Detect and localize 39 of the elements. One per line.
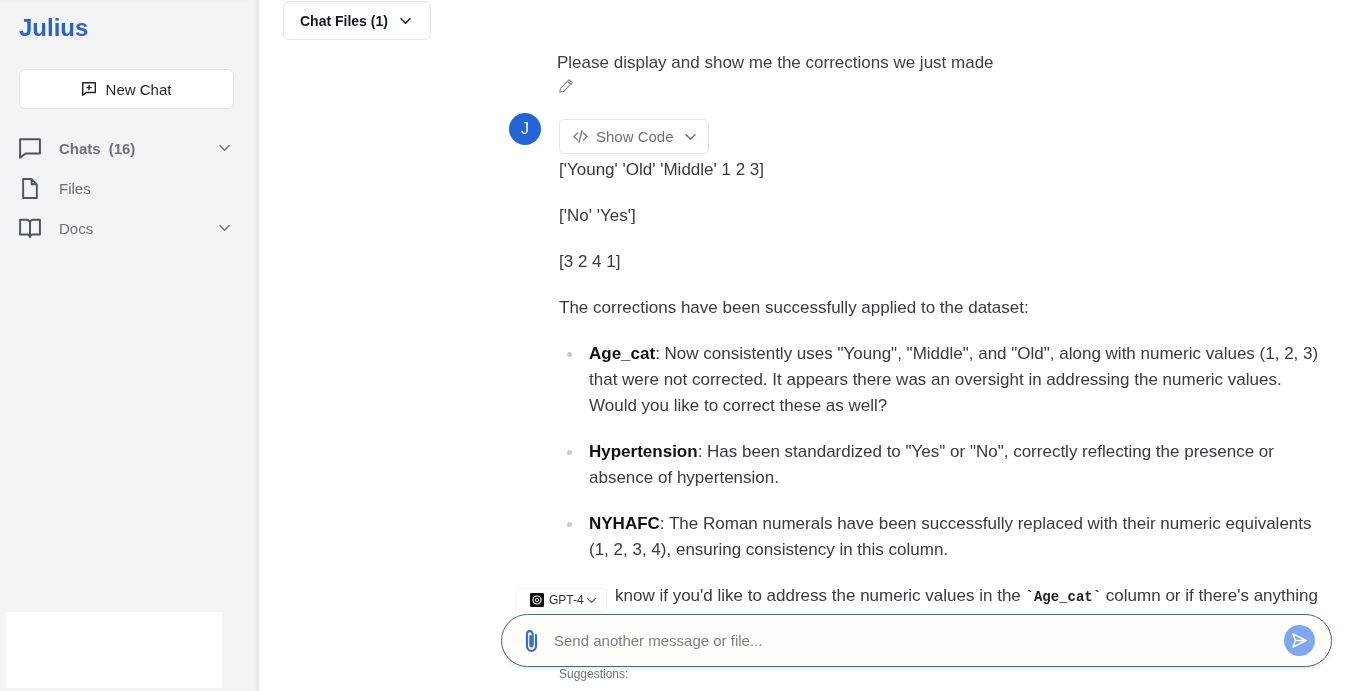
suggestions-label: Suggestions: xyxy=(559,667,629,681)
list-item-text: Age_cat: Now consistently uses "Young", "Middle", and "Old", along with numeric values (1, 2, 3) that were not corrected. It appears there was an oversight in addressing the numeric values. Would you like to correct these as well? xyxy=(589,343,1320,417)
sidebar-item[interactable]: Docs xyxy=(19,208,239,248)
message-paragraph: know if you'd like to address the numeric values in the `Age_cat` column or if there's anything xyxy=(615,585,1318,607)
chat-files-button[interactable]: Chat Files (1) xyxy=(283,1,431,40)
avatar: J xyxy=(509,113,541,145)
book-icon xyxy=(19,217,41,239)
new-chat-button[interactable]: New Chat xyxy=(19,69,234,109)
paperclip-icon[interactable] xyxy=(525,629,538,652)
pencil-icon[interactable] xyxy=(559,79,573,93)
sidebar-item[interactable]: Files xyxy=(19,168,239,208)
app-logo: Julius xyxy=(19,14,89,42)
chevron-down-icon xyxy=(586,597,596,603)
code-icon xyxy=(573,130,588,143)
bullet-icon xyxy=(567,522,572,527)
list-item-text: Hypertension: Has been standardized to "Yes" or "No", correctly reflecting the presence or absence of hypertension. xyxy=(589,441,1275,489)
message-paragraph: The corrections have been successfully applied to the dataset: xyxy=(559,297,1029,319)
send-button[interactable] xyxy=(1284,625,1315,656)
code-output: ['No' 'Yes'] xyxy=(559,205,636,227)
model-logo-icon xyxy=(530,593,544,607)
sidebar-item[interactable]: Chats (16) xyxy=(19,128,239,168)
show-code-button[interactable]: Show Code xyxy=(559,119,709,154)
message-composer[interactable]: Send another message or file... xyxy=(501,614,1332,667)
send-icon xyxy=(1292,633,1307,648)
chevron-down-icon xyxy=(684,133,696,140)
code-output: [3 2 4 1] xyxy=(559,251,621,273)
chevron-down-icon xyxy=(219,145,230,151)
list-item-text: NYHAFC: The Roman numerals have been successfully replaced with their numeric equivalents (1, 2, 3, 4), ensuring consistency in this column. xyxy=(589,513,1313,561)
code-output: ['Young' 'Old' 'Middle' 1 2 3] xyxy=(559,159,765,181)
chevron-down-icon xyxy=(219,225,230,231)
user-message: Please display and show me the corrections we just made xyxy=(557,53,994,73)
chat-plus-icon xyxy=(81,82,96,96)
document-icon xyxy=(19,177,41,199)
message-input[interactable]: Send another message or file... xyxy=(554,625,1284,656)
bullet-icon xyxy=(567,352,572,357)
chevron-down-icon xyxy=(399,17,411,24)
model-selector[interactable]: GPT-4 xyxy=(517,589,606,611)
speech-bubble-icon xyxy=(19,137,41,159)
bullet-icon xyxy=(567,450,572,455)
